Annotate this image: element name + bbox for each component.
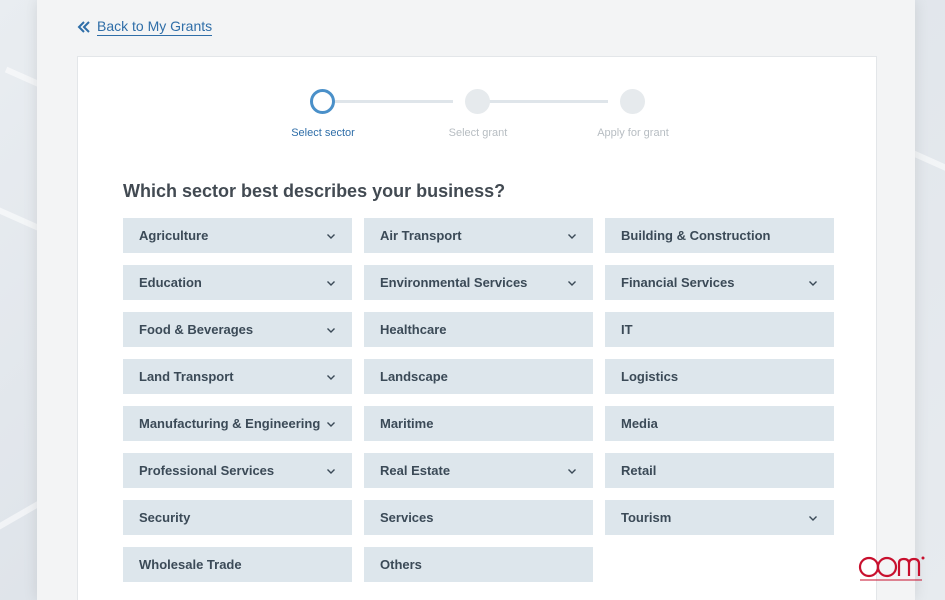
sector-option-label: Healthcare — [380, 322, 447, 337]
sector-option[interactable]: Healthcare — [364, 312, 593, 347]
sector-option-label: Food & Beverages — [139, 322, 254, 337]
sector-option[interactable]: Professional Services — [123, 453, 352, 488]
sector-option[interactable]: Manufacturing & Engineering — [123, 406, 352, 441]
sector-option-label: Building & Construction — [621, 228, 771, 243]
sector-option-label: Education — [139, 275, 202, 290]
chevron-down-icon[interactable] — [808, 278, 818, 288]
sector-option-label: Manufacturing & Engineering — [139, 416, 321, 431]
sector-option-label: Air Transport — [380, 228, 462, 243]
sector-option[interactable]: Services — [364, 500, 593, 535]
sector-selection-card: Select sector Select grant Apply for gra… — [77, 56, 877, 600]
sector-option-label: Services — [380, 510, 434, 525]
sector-option[interactable]: Food & Beverages — [123, 312, 352, 347]
chevron-down-icon[interactable] — [326, 419, 336, 429]
step-indicator-select-grant — [465, 89, 490, 114]
sector-option[interactable]: Others — [364, 547, 593, 582]
sector-option-label: Retail — [621, 463, 657, 478]
sector-option-label: Security — [139, 510, 191, 525]
double-chevron-left-icon — [77, 21, 90, 33]
sector-option[interactable]: Land Transport — [123, 359, 352, 394]
sector-option-label: Agriculture — [139, 228, 209, 243]
back-to-grants-link[interactable]: Back to My Grants — [77, 18, 213, 36]
back-link-label: Back to My Grants — [97, 18, 213, 36]
chevron-down-icon[interactable] — [326, 231, 336, 241]
sector-option[interactable]: Media — [605, 406, 834, 441]
step-label-select-sector: Select sector — [291, 127, 355, 139]
chevron-down-icon[interactable] — [567, 278, 577, 288]
sector-option-label: Financial Services — [621, 275, 735, 290]
chevron-down-icon[interactable] — [808, 513, 818, 523]
sector-option-label: Wholesale Trade — [139, 557, 242, 572]
chevron-down-icon[interactable] — [326, 278, 336, 288]
sector-option-label: Environmental Services — [380, 275, 528, 290]
page-container: Back to My Grants Select sector Select g… — [37, 0, 915, 600]
sector-option[interactable]: Real Estate — [364, 453, 593, 488]
sector-option-label: Landscape — [380, 369, 448, 384]
sector-option-label: Maritime — [380, 416, 434, 431]
chevron-down-icon[interactable] — [567, 466, 577, 476]
sector-option[interactable]: Building & Construction — [605, 218, 834, 253]
oom-logo-icon — [858, 556, 925, 581]
progress-stepper: Select sector Select grant Apply for gra… — [78, 89, 878, 149]
sector-option[interactable]: Wholesale Trade — [123, 547, 352, 582]
sector-option-label: Media — [621, 416, 658, 431]
sector-option-label: Tourism — [621, 510, 672, 525]
sector-option[interactable]: Financial Services — [605, 265, 834, 300]
sector-option[interactable]: Maritime — [364, 406, 593, 441]
sector-option[interactable]: Environmental Services — [364, 265, 593, 300]
chevron-down-icon[interactable] — [326, 325, 336, 335]
sector-option-label: Others — [380, 557, 422, 572]
step-connector — [478, 100, 608, 103]
sector-option[interactable]: Education — [123, 265, 352, 300]
sector-option[interactable]: Landscape — [364, 359, 593, 394]
sector-option-label: Logistics — [621, 369, 679, 384]
sector-option[interactable]: Air Transport — [364, 218, 593, 253]
sector-option-label: Real Estate — [380, 463, 451, 478]
step-indicator-apply-for-grant — [620, 89, 645, 114]
step-label-apply-for-grant: Apply for grant — [597, 127, 669, 139]
sector-question-heading: Which sector best describes your busines… — [123, 181, 506, 201]
sector-option-label: Professional Services — [139, 463, 275, 478]
sector-option[interactable]: Logistics — [605, 359, 834, 394]
step-connector — [323, 100, 453, 103]
sector-option[interactable]: Security — [123, 500, 352, 535]
sector-option-label: Land Transport — [139, 369, 234, 384]
chevron-down-icon[interactable] — [567, 231, 577, 241]
step-label-select-grant: Select grant — [448, 127, 508, 139]
chevron-down-icon[interactable] — [326, 372, 336, 382]
sector-option[interactable]: IT — [605, 312, 834, 347]
sector-option-label: IT — [621, 322, 633, 337]
step-indicator-select-sector — [310, 89, 335, 114]
sector-option[interactable]: Tourism — [605, 500, 834, 535]
sector-option[interactable]: Retail — [605, 453, 834, 488]
chevron-down-icon[interactable] — [326, 466, 336, 476]
sector-option[interactable]: Agriculture — [123, 218, 352, 253]
